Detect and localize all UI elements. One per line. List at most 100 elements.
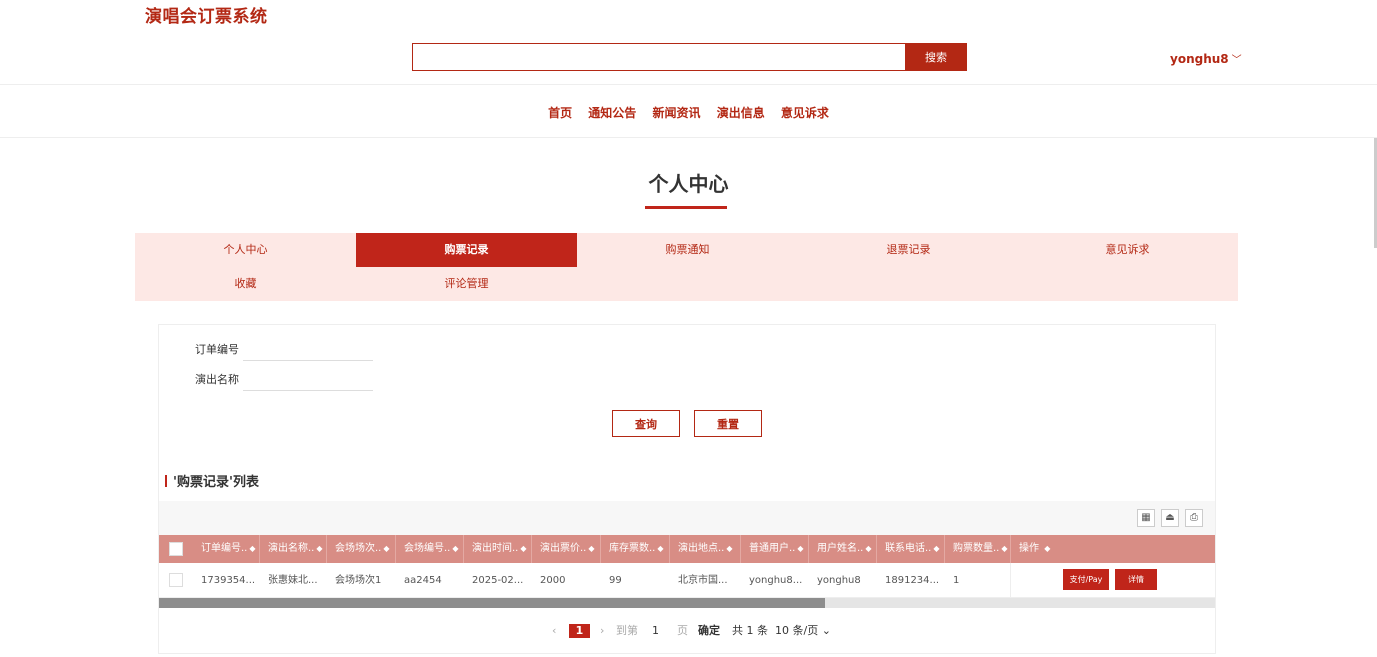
- table-scrollbar-thumb[interactable]: [159, 598, 825, 608]
- page-title: 个人中心: [648, 172, 729, 196]
- col-label: 购票数量..: [953, 543, 1000, 554]
- cell-phone: 1891234...: [885, 575, 940, 586]
- sort-icon: ◆: [520, 544, 527, 553]
- sort-icon: ◆: [383, 544, 390, 553]
- sort-icon: ◆: [726, 544, 733, 553]
- nav-item-news[interactable]: 新闻资讯: [652, 106, 700, 120]
- col-phone[interactable]: 联系电话.. ◆: [877, 535, 945, 563]
- profile-tabs: 个人中心 购票记录 购票通知 退票记录 意见诉求 收藏 评论管理: [135, 233, 1238, 301]
- cell-user: yonghu8...: [749, 575, 803, 586]
- cell-show-name: 张惠妹北...: [268, 575, 318, 586]
- col-label: 演出名称..: [268, 543, 315, 554]
- nav-divider: [0, 137, 1377, 138]
- current-page[interactable]: 1: [569, 624, 590, 638]
- table-row: 1739354... 张惠妹北... 会场场次1 aa2454 2025-02.…: [159, 563, 1215, 598]
- list-title: '购票记录'列表: [165, 471, 259, 490]
- cell-order-no: 1739354...: [201, 575, 256, 586]
- next-page-icon[interactable]: ›: [600, 623, 604, 639]
- col-actions[interactable]: 操作 ◆: [1011, 535, 1215, 563]
- title-underline: [645, 206, 727, 209]
- tab-refund-records[interactable]: 退票记录: [798, 233, 1019, 267]
- user-menu[interactable]: yonghu8 ﹀: [1170, 51, 1242, 66]
- sort-icon: ◆: [1044, 544, 1051, 553]
- col-label: 会场编号..: [404, 543, 451, 554]
- nav-item-notices[interactable]: 通知公告: [588, 106, 636, 120]
- show-name-input[interactable]: [243, 390, 373, 391]
- export-icon[interactable]: ⏏: [1161, 509, 1179, 527]
- col-stock[interactable]: 库存票数.. ◆: [601, 535, 670, 563]
- sort-icon: ◆: [797, 544, 804, 553]
- row-checkbox[interactable]: [169, 573, 183, 587]
- cell-location: 北京市国...: [678, 575, 728, 586]
- col-label: 订单编号..: [201, 543, 248, 554]
- nav-item-shows[interactable]: 演出信息: [717, 106, 765, 120]
- print-icon[interactable]: ⎙: [1185, 509, 1203, 527]
- sort-icon: ◆: [657, 544, 664, 553]
- show-name-label: 演出名称: [195, 373, 239, 386]
- col-quantity[interactable]: 购票数量.. ◆: [945, 535, 1011, 563]
- pagination: ‹ 1 › 到第 1 页 确定 共 1 条 10 条/页 ⌄: [0, 623, 1377, 639]
- col-label: 普通用户..: [749, 543, 796, 554]
- tab-purchase-notice[interactable]: 购票通知: [577, 233, 798, 267]
- reset-button[interactable]: 重置: [694, 410, 762, 437]
- pay-button[interactable]: 支付/Pay: [1063, 569, 1109, 590]
- col-label: 用户姓名..: [817, 543, 864, 554]
- col-label: 演出票价..: [540, 543, 587, 554]
- cell-venue-no: aa2454: [404, 575, 442, 586]
- chevron-down-icon: ﹀: [1231, 55, 1242, 66]
- total-count: 共 1 条: [732, 624, 768, 637]
- tab-profile[interactable]: 个人中心: [135, 233, 356, 267]
- columns-icon[interactable]: ▦: [1137, 509, 1155, 527]
- detail-button[interactable]: 详情: [1115, 569, 1157, 590]
- cell-quantity: 1: [953, 575, 960, 586]
- tab-feedback[interactable]: 意见诉求: [1017, 233, 1238, 267]
- tab-purchase-records[interactable]: 购票记录: [356, 233, 577, 267]
- tab-favorites[interactable]: 收藏: [135, 267, 356, 301]
- col-label: 演出地点..: [678, 543, 725, 554]
- col-venue-no[interactable]: 会场编号.. ◆: [396, 535, 464, 563]
- col-label: 库存票数..: [609, 543, 656, 554]
- app-brand: 演唱会订票系统: [145, 7, 268, 27]
- chevron-down-icon: ⌄: [818, 624, 831, 637]
- col-order-no[interactable]: 订单编号.. ◆: [193, 535, 260, 563]
- sort-icon: ◆: [316, 544, 323, 553]
- page-size-select[interactable]: 10 条/页 ⌄: [775, 623, 831, 639]
- select-all-checkbox[interactable]: [169, 542, 183, 556]
- col-show-name[interactable]: 演出名称.. ◆: [260, 535, 327, 563]
- query-button[interactable]: 查询: [612, 410, 680, 437]
- tab-comments[interactable]: 评论管理: [356, 267, 577, 301]
- header-divider: [0, 84, 1377, 85]
- col-price[interactable]: 演出票价.. ◆: [532, 535, 601, 563]
- sort-icon: ◆: [1001, 544, 1008, 553]
- col-session[interactable]: 会场场次.. ◆: [327, 535, 396, 563]
- search-bar: 搜索: [412, 43, 967, 71]
- col-show-time[interactable]: 演出时间.. ◆: [464, 535, 532, 563]
- goto-confirm-button[interactable]: 确定: [698, 623, 720, 639]
- search-input[interactable]: [412, 43, 905, 71]
- table-toolbar: [159, 501, 1215, 535]
- goto-page-input[interactable]: 1: [652, 623, 659, 639]
- col-label: 操作: [1019, 543, 1039, 554]
- table-header: 订单编号.. ◆ 演出名称.. ◆ 会场场次.. ◆ 会场编号.. ◆ 演出时间.. ◆ …: [159, 535, 1215, 563]
- cell-user-name: yonghu8: [817, 575, 861, 586]
- order-no-input[interactable]: [243, 360, 373, 361]
- col-user-name[interactable]: 用户姓名.. ◆: [809, 535, 877, 563]
- col-label: 联系电话..: [885, 543, 932, 554]
- cell-price: 2000: [540, 575, 566, 586]
- nav-item-feedback[interactable]: 意见诉求: [781, 106, 829, 120]
- col-location[interactable]: 演出地点.. ◆: [670, 535, 741, 563]
- search-button[interactable]: 搜索: [905, 43, 967, 71]
- cell-show-time: 2025-02...: [472, 575, 524, 586]
- sort-icon: ◆: [249, 544, 256, 553]
- goto-label: 到第: [616, 624, 638, 637]
- col-user[interactable]: 普通用户.. ◆: [741, 535, 809, 563]
- nav-item-home[interactable]: 首页: [548, 106, 572, 120]
- cell-stock: 99: [609, 575, 622, 586]
- username: yonghu8: [1170, 52, 1229, 66]
- cell-session: 会场场次1: [335, 575, 382, 586]
- page-size-value: 10 条/页: [775, 624, 819, 637]
- list-title-text: '购票记录'列表: [173, 475, 259, 490]
- prev-page-icon[interactable]: ‹: [552, 623, 556, 639]
- cell-actions: 支付/Pay 详情: [1010, 563, 1215, 598]
- col-label: 会场场次..: [335, 543, 382, 554]
